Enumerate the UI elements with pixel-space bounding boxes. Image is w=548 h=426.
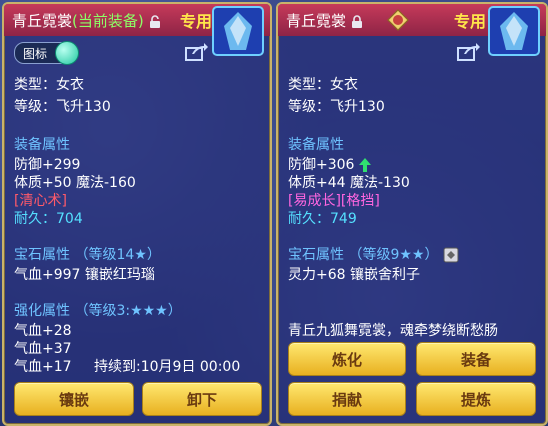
share-icon[interactable] xyxy=(456,42,480,62)
enhance-stat: 气血+17 xyxy=(14,359,72,375)
enhance-stat: 气血+37 xyxy=(14,341,72,357)
icon-toggle[interactable]: 图标 xyxy=(14,41,79,65)
special-skill: [清心术] xyxy=(14,193,67,209)
special-label: 专用 xyxy=(454,12,487,31)
extract-button[interactable]: 提炼 xyxy=(416,382,536,416)
equipped-item-panel: 青丘霓裳(当前装备) 专用 图标 类型：女衣 等级：飞升130 装备属性 防御+… xyxy=(2,2,272,426)
item-type: 类型：女衣 xyxy=(288,77,358,93)
gem-value: 气血+997 镶嵌红玛瑙 xyxy=(14,267,155,283)
robe-item-icon xyxy=(212,6,264,56)
gem-value: 灵力+68 镶嵌舍利子 xyxy=(288,267,420,283)
share-icon[interactable] xyxy=(184,42,208,62)
item-title: 青丘霓裳 xyxy=(286,10,363,31)
special-label: 专用 xyxy=(180,12,213,31)
enhance-header: 强化属性 （等级3:★★★） xyxy=(14,303,182,319)
up-arrow-icon xyxy=(358,158,371,172)
unequip-button[interactable]: 卸下 xyxy=(142,382,262,416)
item-description: 青丘九狐舞霓裳，魂牵梦绕断愁肠 xyxy=(288,323,498,339)
item-name: 青丘霓裳 xyxy=(12,12,73,30)
body-magic-stat: 体质+44 魔法-130 xyxy=(288,175,410,191)
defense-value: 防御+306 xyxy=(288,157,355,173)
enhance-stat: 气血+28 xyxy=(14,323,72,339)
seal-badge-icon xyxy=(387,9,409,31)
equipped-tag: (当前装备) xyxy=(72,12,144,30)
item-title: 青丘霓裳(当前装备) xyxy=(12,10,161,31)
donate-button[interactable]: 捐献 xyxy=(288,382,406,416)
gem-header: 宝石属性 （等级14★） xyxy=(14,247,161,263)
attr-header: 装备属性 xyxy=(288,137,344,153)
durability: 耐久：704 xyxy=(14,211,83,227)
robe-item-icon xyxy=(488,6,540,56)
refine-button[interactable]: 炼化 xyxy=(288,342,406,376)
special-skill: [易成长][格挡] xyxy=(288,193,380,209)
defense-stat: 防御+299 xyxy=(14,157,81,173)
inlay-button[interactable]: 镶嵌 xyxy=(14,382,134,416)
item-level: 等级：飞升130 xyxy=(288,99,385,115)
gem-info-icon[interactable] xyxy=(443,247,459,263)
durability: 耐久：749 xyxy=(288,211,357,227)
gem-header-text: 宝石属性 （等级9★★） xyxy=(288,247,439,263)
attr-header: 装备属性 xyxy=(14,137,70,153)
toggle-knob xyxy=(55,41,79,65)
toggle-label: 图标 xyxy=(23,47,48,61)
unlock-icon[interactable] xyxy=(149,14,161,29)
item-type: 类型：女衣 xyxy=(14,77,84,93)
equip-button[interactable]: 装备 xyxy=(416,342,536,376)
gem-header: 宝石属性 （等级9★★） xyxy=(288,244,459,264)
item-name: 青丘霓裳 xyxy=(286,12,347,30)
item-level: 等级：飞升130 xyxy=(14,99,111,115)
lock-icon[interactable] xyxy=(351,14,363,29)
defense-stat: 防御+306 xyxy=(288,154,371,174)
compare-item-panel: 青丘霓裳 专用 类型：女衣 等级：飞升130 装备属性 防御+306 体质+44… xyxy=(276,2,548,426)
body-magic-stat: 体质+50 魔法-160 xyxy=(14,175,136,191)
duration: 持续到:10月9日 00:00 xyxy=(94,359,241,375)
